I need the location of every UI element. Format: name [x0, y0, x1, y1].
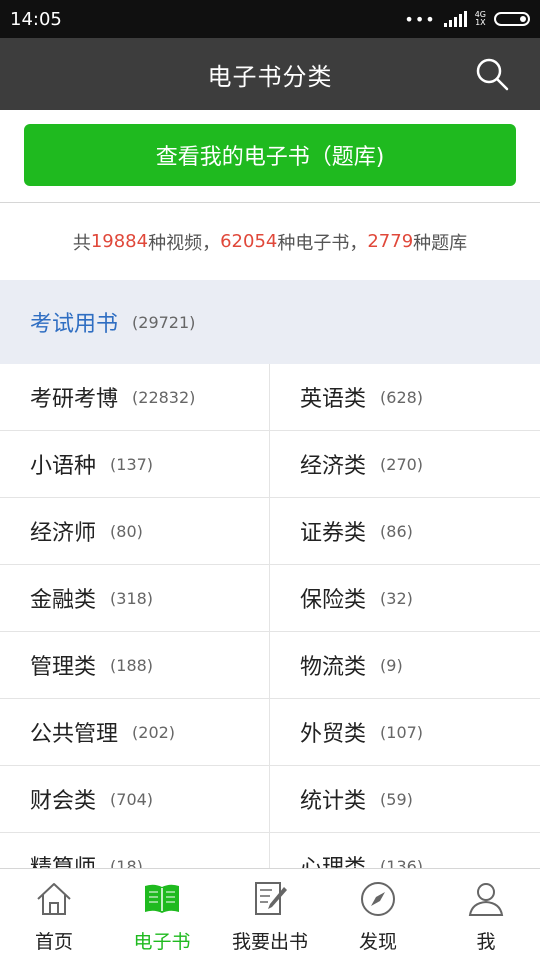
nav-discover[interactable]: 发现	[324, 869, 432, 960]
compass-icon	[361, 882, 395, 916]
category-count: (137)	[110, 454, 154, 474]
category-label: 证券类	[300, 521, 367, 546]
nav-label: 我要出书	[231, 931, 308, 953]
category-label: 财会类	[30, 789, 97, 814]
status-time: 14:05	[10, 8, 62, 30]
category-row: 金融类 (318) 保险类 (32)	[0, 565, 540, 632]
category-item[interactable]: 经济师 (80)	[0, 498, 270, 564]
category-row: 小语种 (137) 经济类 (270)	[0, 431, 540, 498]
section-header-exam-books[interactable]: 考试用书 (29721)	[0, 280, 540, 364]
category-label: 金融类	[30, 588, 97, 613]
stats-prefix: 共	[72, 232, 91, 254]
nav-label: 我	[476, 931, 496, 953]
category-label: 外贸类	[300, 722, 367, 747]
category-count: (80)	[110, 521, 143, 541]
category-grid: 考研考博 (22832) 英语类 (628) 小语种 (137) 经济类 (27…	[0, 364, 540, 876]
category-item[interactable]: 英语类 (628)	[270, 364, 540, 430]
question-banks-label: 种题库	[413, 232, 468, 254]
category-label: 英语类	[300, 387, 367, 412]
category-item[interactable]: 公共管理 (202)	[0, 699, 270, 765]
category-count: (59)	[380, 789, 413, 809]
category-item[interactable]: 保险类 (32)	[270, 565, 540, 631]
category-count: (22832)	[132, 387, 196, 407]
videos-count: 19884	[90, 231, 149, 252]
category-row: 考研考博 (22832) 英语类 (628)	[0, 364, 540, 431]
category-label: 经济类	[300, 454, 367, 479]
app-header: 电子书分类	[0, 38, 540, 110]
catalog-stats: 共 19884 种视频， 62054 种电子书， 2779 种题库	[0, 203, 540, 280]
network-indicator: 4G 1X	[475, 11, 486, 27]
category-label: 统计类	[300, 789, 367, 814]
ebooks-label: 种电子书，	[277, 232, 368, 254]
category-item[interactable]: 统计类 (59)	[270, 766, 540, 832]
category-count: (188)	[110, 655, 154, 675]
category-count: (318)	[110, 588, 154, 608]
nav-home[interactable]: 首页	[0, 869, 108, 960]
nav-ebooks[interactable]: 电子书	[108, 869, 216, 960]
category-row: 公共管理 (202) 外贸类 (107)	[0, 699, 540, 766]
category-item[interactable]: 小语种 (137)	[0, 431, 270, 497]
nav-label: 发现	[358, 931, 397, 953]
category-count: (107)	[380, 722, 424, 742]
category-item[interactable]: 财会类 (704)	[0, 766, 270, 832]
category-item[interactable]: 考研考博 (22832)	[0, 364, 270, 430]
category-count: (628)	[380, 387, 424, 407]
category-label: 小语种	[30, 454, 97, 479]
category-item[interactable]: 物流类 (9)	[270, 632, 540, 698]
status-bar: 14:05 ••• 4G 1X	[0, 0, 540, 38]
bottom-nav: 首页 电子书 我要出书 发现 我	[0, 868, 540, 960]
book-icon	[145, 884, 179, 913]
category-item[interactable]: 管理类 (188)	[0, 632, 270, 698]
status-icons: ••• 4G 1X	[404, 10, 530, 29]
nav-label: 电子书	[133, 931, 191, 953]
category-count: (270)	[380, 454, 424, 474]
category-item[interactable]: 证券类 (86)	[270, 498, 540, 564]
section-count: (29721)	[132, 312, 196, 332]
category-row: 管理类 (188) 物流类 (9)	[0, 632, 540, 699]
category-label: 公共管理	[30, 722, 119, 747]
page-title: 电子书分类	[207, 62, 333, 91]
category-item[interactable]: 经济类 (270)	[270, 431, 540, 497]
nav-me[interactable]: 我	[432, 869, 540, 960]
category-row: 财会类 (704) 统计类 (59)	[0, 766, 540, 833]
nav-publish[interactable]: 我要出书	[216, 869, 324, 960]
category-item[interactable]: 外贸类 (107)	[270, 699, 540, 765]
category-row: 经济师 (80) 证券类 (86)	[0, 498, 540, 565]
category-count: (86)	[380, 521, 413, 541]
signal-icon	[443, 11, 467, 27]
home-icon	[37, 883, 71, 915]
category-count: (704)	[110, 789, 154, 809]
category-count: (9)	[380, 655, 403, 675]
category-label: 保险类	[300, 588, 367, 613]
videos-label: 种视频，	[148, 232, 221, 254]
section-title: 考试用书	[30, 312, 119, 337]
category-item[interactable]: 金融类 (318)	[0, 565, 270, 631]
more-dots-icon: •••	[404, 9, 436, 29]
category-label: 经济师	[30, 521, 97, 546]
category-count: (32)	[380, 588, 413, 608]
category-label: 管理类	[30, 655, 97, 680]
search-icon[interactable]	[474, 56, 510, 92]
page: 14:05 ••• 4G 1X 电子书分类 查看我的电子书（题库) 共 1988…	[0, 0, 540, 960]
category-count: (202)	[132, 722, 176, 742]
category-label: 考研考博	[30, 387, 119, 412]
my-ebooks-button[interactable]: 查看我的电子书（题库)	[24, 124, 516, 186]
question-banks-count: 2779	[367, 231, 414, 252]
category-label: 物流类	[300, 655, 367, 680]
nav-label: 首页	[34, 931, 73, 953]
write-icon	[255, 882, 287, 915]
battery-icon	[494, 12, 530, 26]
sim-indicator: 1X	[475, 18, 486, 27]
user-icon	[468, 883, 504, 916]
ebooks-count: 62054	[220, 231, 278, 252]
